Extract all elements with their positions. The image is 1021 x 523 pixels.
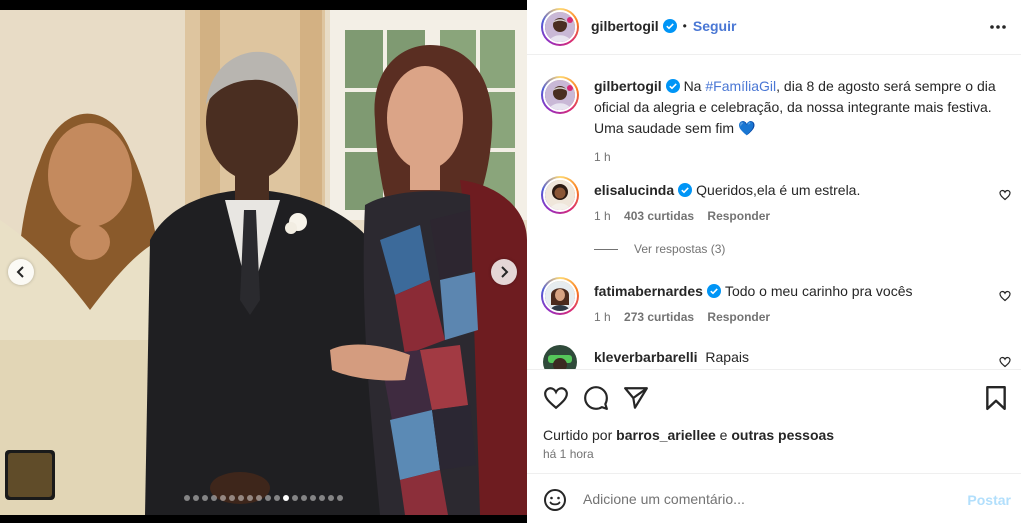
comment-time: 1 h <box>594 209 611 223</box>
caption-avatar[interactable] <box>541 76 579 114</box>
follow-button[interactable]: Seguir <box>693 18 737 34</box>
carousel-dot <box>247 495 253 501</box>
comment-text: Todo o meu carinho pra vocês <box>724 283 913 299</box>
post-comment-button[interactable]: Postar <box>967 492 1011 508</box>
comment-like-count[interactable]: 403 curtidas <box>624 209 694 223</box>
paper-plane-icon <box>624 387 648 409</box>
caption-username[interactable]: gilbertogil <box>594 78 662 94</box>
carousel-dot <box>256 495 262 501</box>
carousel-indicator <box>0 495 527 501</box>
verified-badge-icon <box>662 19 677 33</box>
avatar-image <box>545 12 575 42</box>
liked-by-summary: Curtido por barros_ariellee e outras pes… <box>543 427 834 443</box>
liked-by-prefix: Curtido por <box>543 427 617 443</box>
liked-by-user[interactable]: barros_ariellee <box>616 427 716 443</box>
post-timestamp[interactable]: há 1 hora <box>543 447 594 461</box>
liked-by-others[interactable]: outras pessoas <box>731 427 834 443</box>
carousel-next-button[interactable] <box>491 259 517 285</box>
avatar-image <box>543 345 577 369</box>
replies-divider <box>594 248 618 250</box>
comment-input[interactable] <box>583 487 933 511</box>
post-media <box>0 0 527 523</box>
view-replies-button[interactable]: Ver respostas (3) <box>594 242 725 256</box>
comment-like-count[interactable]: 273 curtidas <box>624 310 694 324</box>
author-username[interactable]: gilbertogil <box>591 18 659 34</box>
liked-by-middle: e <box>715 427 732 443</box>
carousel-dot <box>337 495 343 501</box>
family-photo <box>0 10 527 515</box>
chevron-left-icon <box>16 266 24 278</box>
carousel-prev-button[interactable] <box>8 259 34 285</box>
comment-like-button[interactable] <box>999 289 1011 307</box>
comment-text: Queridos,ela é um estrela. <box>696 182 861 198</box>
carousel-dot-active <box>283 495 289 501</box>
more-horizontal-icon <box>990 25 1006 29</box>
comment-bubble-icon <box>584 386 608 410</box>
carousel-dot <box>184 495 190 501</box>
carousel-dot <box>319 495 325 501</box>
save-button[interactable] <box>985 385 1007 416</box>
verified-badge-icon <box>706 284 721 298</box>
comment-text: Rapais <box>705 349 749 365</box>
reply-button[interactable]: Responder <box>707 209 770 223</box>
media-top-border <box>0 0 527 10</box>
carousel-dot <box>328 495 334 501</box>
comment-avatar[interactable] <box>543 345 577 369</box>
comment-button[interactable] <box>583 385 609 416</box>
carousel-dot <box>310 495 316 501</box>
post-photo <box>0 10 527 515</box>
blue-heart-emoji: 💙 <box>737 120 756 136</box>
post-side-panel: gilbertogil • Seguir gilbertogil Na #Fam… <box>527 0 1021 523</box>
view-replies-label: Ver respostas (3) <box>634 242 726 256</box>
comment-username[interactable]: fatimabernardes <box>594 283 703 299</box>
carousel-dot <box>229 495 235 501</box>
verified-badge-icon <box>678 183 693 197</box>
comment-avatar[interactable] <box>541 176 579 214</box>
avatar-image <box>545 180 575 210</box>
post-header: gilbertogil • Seguir <box>527 0 1021 55</box>
caption-text: gilbertogil Na #FamíliaGil, dia 8 de ago… <box>594 76 999 168</box>
carousel-dot <box>265 495 271 501</box>
heart-icon <box>999 189 1011 201</box>
comment-avatar[interactable] <box>541 277 579 315</box>
carousel-dot <box>202 495 208 501</box>
post-actions: Curtido por barros_ariellee e outras pes… <box>527 369 1021 473</box>
comment-like-button[interactable] <box>999 355 1011 369</box>
smiley-icon <box>544 489 566 511</box>
share-button[interactable] <box>623 385 649 416</box>
chevron-right-icon <box>501 266 509 278</box>
comment-time: 1 h <box>594 310 611 324</box>
comments-list: gilbertogil Na #FamíliaGil, dia 8 de ago… <box>527 56 1021 369</box>
caption-prefix: Na <box>683 78 706 94</box>
carousel-dot <box>301 495 307 501</box>
like-button[interactable] <box>543 385 569 416</box>
header-separator: • <box>682 19 687 33</box>
add-comment-bar: Postar <box>527 473 1021 523</box>
caption-time: 1 h <box>594 150 611 164</box>
carousel-dot <box>292 495 298 501</box>
heart-icon <box>544 387 568 410</box>
verified-badge-icon <box>665 79 680 93</box>
bookmark-icon <box>986 385 1006 411</box>
carousel-dot <box>211 495 217 501</box>
comment-username[interactable]: elisalucinda <box>594 182 674 198</box>
carousel-dot <box>238 495 244 501</box>
caption-hashtag-link[interactable]: #FamíliaGil <box>705 78 776 94</box>
emoji-picker-button[interactable] <box>543 488 567 517</box>
carousel-dot <box>193 495 199 501</box>
heart-icon <box>999 356 1011 368</box>
comment-username[interactable]: kleverbarbarelli <box>594 349 698 365</box>
carousel-dot <box>220 495 226 501</box>
media-bottom-border <box>0 515 527 523</box>
author-avatar[interactable] <box>541 8 579 46</box>
avatar-image <box>545 80 575 110</box>
avatar-image <box>545 281 575 311</box>
more-options-button[interactable] <box>989 18 1007 41</box>
reply-button[interactable]: Responder <box>707 310 770 324</box>
comment-like-button[interactable] <box>999 188 1011 206</box>
carousel-dot <box>274 495 280 501</box>
heart-icon <box>999 290 1011 302</box>
